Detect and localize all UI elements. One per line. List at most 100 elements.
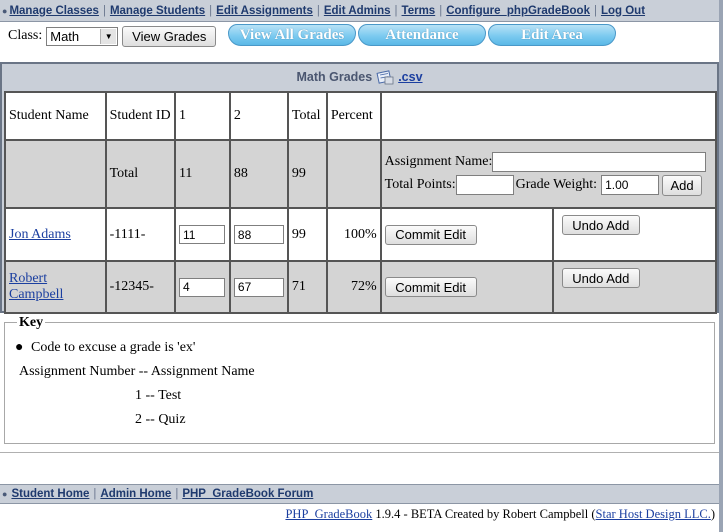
- grade-cell: 88: [228, 207, 289, 262]
- student-percent: 100%: [325, 207, 382, 262]
- grade-input-a2[interactable]: 88: [233, 225, 284, 244]
- company-link[interactable]: Star Host Design LLC.: [596, 507, 711, 521]
- grade-cell: 4: [173, 260, 231, 314]
- nav-student-home[interactable]: Student Home: [11, 488, 89, 500]
- view-grades-button[interactable]: View Grades: [122, 25, 217, 47]
- key-assignment-2: 2 -- Quiz: [135, 412, 186, 427]
- footer: PHP_GradeBook 1.9.4 - BETA Created by Ro…: [285, 507, 715, 522]
- product-link[interactable]: PHP_GradeBook: [285, 507, 372, 521]
- table-header-row: Student Name Student ID 1 2 Total Percen…: [4, 91, 718, 141]
- tab-edit-area[interactable]: Edit Area: [488, 24, 616, 46]
- grade-weight-input[interactable]: 1.00: [601, 175, 660, 195]
- nav-terms[interactable]: Terms: [402, 5, 436, 17]
- nav-bullet-icon: ●: [2, 489, 8, 499]
- window-border: [719, 0, 723, 532]
- footer-close: ): [710, 507, 715, 521]
- divider: [0, 452, 719, 453]
- student-id: -1111-: [104, 207, 176, 262]
- nav-admin-home[interactable]: Admin Home: [100, 488, 171, 500]
- total-total: 99: [286, 139, 328, 209]
- class-selector-row: Class: Math ▼ View Grades: [8, 24, 217, 48]
- nav-edit-admins[interactable]: Edit Admins: [324, 5, 391, 17]
- grade-input-a1[interactable]: 4: [178, 277, 225, 297]
- grade-weight-label: Grade Weight:: [515, 177, 598, 192]
- header-empty: [379, 91, 718, 141]
- header-total: Total: [286, 91, 328, 141]
- commit-cell: Commit Edit: [379, 207, 554, 262]
- header-student-name: Student Name: [4, 91, 107, 141]
- key-heading: Assignment Number -- Assignment Name: [19, 364, 255, 379]
- nav-separator: |: [93, 488, 97, 500]
- nav-separator: |: [593, 4, 597, 17]
- tab-attendance[interactable]: Attendance: [358, 24, 486, 46]
- table-row: Robert Campbell -12345- 4 67 71 72% Comm…: [4, 260, 718, 314]
- header-student-id: Student ID: [104, 91, 176, 141]
- grade-input-a2[interactable]: 67: [233, 277, 284, 297]
- student-total: 71: [286, 260, 328, 314]
- chevron-down-icon[interactable]: ▼: [100, 28, 117, 44]
- nav-separator: |: [394, 4, 398, 17]
- header-percent: Percent: [325, 91, 382, 141]
- key-box: Key ● Code to excuse a grade is 'ex' Ass…: [4, 315, 715, 444]
- student-link[interactable]: Jon Adams: [9, 227, 71, 242]
- add-assignment-cell: Assignment Name: Total Points: Grade Wei…: [379, 139, 718, 209]
- key-bullet-text: Code to excuse a grade is 'ex': [31, 340, 196, 355]
- undo-add-button[interactable]: Undo Add: [561, 215, 640, 235]
- add-assignment-button[interactable]: Add: [662, 174, 703, 196]
- grades-panel: Math Grades .csv Student Name Student ID…: [0, 62, 719, 314]
- table-row: Jon Adams -1111- 11 88 99 100% Commit Ed…: [4, 207, 718, 262]
- total-row-blank: [4, 139, 107, 209]
- class-select-value: Math: [50, 28, 80, 44]
- footer-text: 1.9.4 - BETA Created by Robert Campbell …: [372, 507, 596, 521]
- class-select[interactable]: Math ▼: [46, 26, 119, 46]
- class-label: Class:: [8, 28, 43, 43]
- student-link[interactable]: Robert Campbell: [9, 271, 63, 302]
- nav-manage-students[interactable]: Manage Students: [110, 5, 205, 17]
- nav-separator: |: [209, 4, 213, 17]
- spreadsheet-icon[interactable]: [376, 69, 394, 85]
- tab-bar: View All Grades Attendance Edit Area: [228, 24, 618, 48]
- student-percent: 72%: [325, 260, 382, 314]
- undo-cell: Undo Add: [551, 260, 718, 314]
- assignment-name-label: Assignment Name:: [384, 154, 493, 169]
- grades-title-bar: Math Grades .csv: [2, 64, 717, 90]
- nav-forum[interactable]: PHP_GradeBook Forum: [182, 488, 313, 500]
- nav-separator: |: [439, 4, 443, 17]
- header-assignment-1: 1: [173, 91, 231, 141]
- nav-separator: |: [316, 4, 320, 17]
- bottom-nav: ● Student Home | Admin Home | PHP_GradeB…: [0, 484, 719, 504]
- commit-cell: Commit Edit: [379, 260, 554, 314]
- undo-add-button[interactable]: Undo Add: [561, 268, 640, 288]
- student-name-cell: Robert Campbell: [4, 260, 107, 314]
- key-legend: Key: [17, 315, 46, 331]
- bullet-icon: ●: [15, 340, 24, 355]
- undo-cell: Undo Add: [551, 207, 718, 262]
- top-nav: ● Manage Classes | Manage Students | Edi…: [0, 0, 719, 22]
- student-name-cell: Jon Adams: [4, 207, 107, 262]
- total-points-input[interactable]: [455, 175, 514, 195]
- nav-manage-classes[interactable]: Manage Classes: [9, 5, 99, 17]
- assignment-name-input[interactable]: [492, 152, 707, 172]
- nav-separator: |: [175, 488, 179, 500]
- header-assignment-2: 2: [228, 91, 289, 141]
- commit-edit-button[interactable]: Commit Edit: [384, 224, 477, 245]
- total-a1: 11: [173, 139, 231, 209]
- total-row: Total 11 88 99 Assignment Name: Total Po…: [4, 139, 718, 209]
- key-assignment-1: 1 -- Test: [135, 388, 182, 403]
- student-total: 99: [286, 207, 328, 262]
- grade-cell: 67: [228, 260, 289, 314]
- nav-configure[interactable]: Configure_phpGradeBook: [446, 5, 590, 17]
- total-a2: 88: [228, 139, 289, 209]
- commit-edit-button[interactable]: Commit Edit: [384, 277, 477, 297]
- grades-title: Math Grades: [296, 70, 373, 84]
- total-label: Total: [104, 139, 176, 209]
- total-percent: [325, 139, 382, 209]
- csv-link[interactable]: .csv: [398, 70, 422, 84]
- student-id: -12345-: [104, 260, 176, 314]
- nav-edit-assignments[interactable]: Edit Assignments: [216, 5, 313, 17]
- tab-view-all-grades[interactable]: View All Grades: [228, 24, 356, 46]
- nav-log-out[interactable]: Log Out: [601, 5, 645, 17]
- nav-separator: |: [102, 4, 106, 17]
- nav-bullet-icon: ●: [2, 5, 8, 16]
- grade-input-a1[interactable]: 11: [178, 225, 225, 244]
